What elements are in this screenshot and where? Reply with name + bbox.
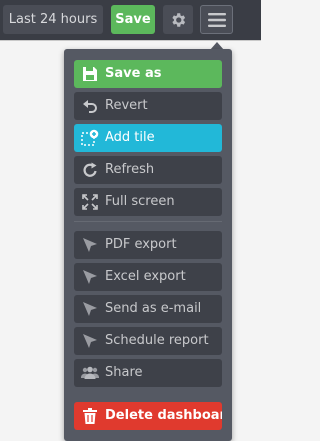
- dashboard-menu: Save as Revert Add tile Refresh Full scr…: [64, 49, 232, 441]
- trash-icon: [80, 406, 100, 426]
- menu-item-label: Send as e-mail: [105, 301, 202, 316]
- menu-item-schedule-report[interactable]: Schedule report: [74, 327, 222, 355]
- toolbar-divider: [0, 40, 261, 41]
- undo-arrow-icon: [80, 96, 100, 116]
- gear-icon: [172, 12, 186, 27]
- menu-item-label: Schedule report: [105, 333, 209, 348]
- floppy-disk-icon: [80, 64, 100, 84]
- menu-item-excel-export[interactable]: Excel export: [74, 263, 222, 291]
- menu-divider: [74, 221, 222, 222]
- menu-item-add-tile[interactable]: Add tile: [74, 124, 222, 152]
- add-tile-icon: [80, 128, 100, 148]
- menu-item-label: PDF export: [105, 237, 177, 252]
- menu-item-label: Add tile: [105, 130, 155, 145]
- users-icon: [80, 363, 100, 383]
- menu-item-full-screen[interactable]: Full screen: [74, 188, 222, 216]
- hamburger-icon: [207, 12, 226, 27]
- menu-item-label: Delete dashboard: [105, 408, 222, 423]
- menu-item-save-as[interactable]: Save as: [74, 60, 222, 88]
- menu-item-label: Full screen: [105, 194, 175, 209]
- time-range-button[interactable]: Last 24 hours: [3, 5, 103, 34]
- menu-item-label: Excel export: [105, 269, 186, 284]
- settings-button[interactable]: [163, 5, 193, 34]
- menu-item-label: Revert: [105, 98, 148, 113]
- top-toolbar: Last 24 hours Save: [0, 0, 261, 40]
- menu-item-delete-dashboard[interactable]: Delete dashboard: [74, 402, 222, 430]
- menu-item-revert[interactable]: Revert: [74, 92, 222, 120]
- send-icon: [80, 331, 100, 351]
- refresh-icon: [80, 160, 100, 180]
- save-button[interactable]: Save: [111, 5, 155, 34]
- menu-item-label: Share: [105, 365, 143, 380]
- menu-item-share[interactable]: Share: [74, 359, 222, 387]
- menu-item-label: Save as: [105, 66, 162, 81]
- menu-item-send-email[interactable]: Send as e-mail: [74, 295, 222, 323]
- menu-button[interactable]: [200, 5, 233, 34]
- menu-item-pdf-export[interactable]: PDF export: [74, 231, 222, 259]
- menu-item-label: Refresh: [105, 162, 155, 177]
- send-icon: [80, 267, 100, 287]
- menu-item-refresh[interactable]: Refresh: [74, 156, 222, 184]
- send-icon: [80, 299, 100, 319]
- send-icon: [80, 235, 100, 255]
- expand-icon: [80, 192, 100, 212]
